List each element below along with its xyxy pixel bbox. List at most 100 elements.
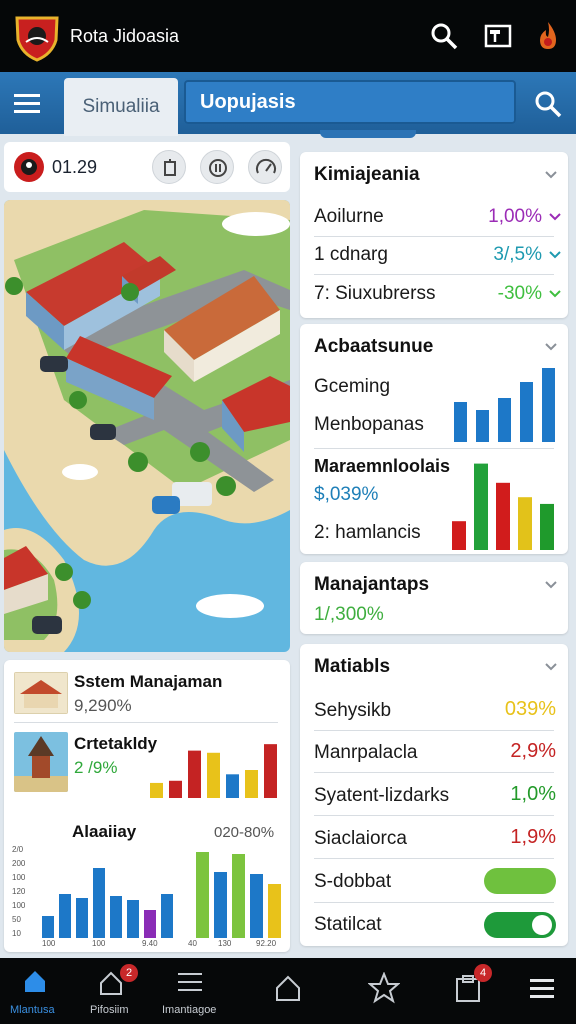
flame-icon[interactable] [532,20,564,52]
shield-logo-icon [15,16,59,62]
acbaatsunue-row-2: Menbopanas [314,414,424,435]
matiabls-toggle-1[interactable] [484,868,556,894]
acbaatsunue-card: Acbaatsunue Gceming Menbopanas Maraemnlo… [300,324,568,554]
tab-search-icon[interactable] [530,86,566,122]
item2-bar-chart [150,744,277,798]
alaaiiay-left-bar-6 [127,900,139,938]
x-tick-label: 40 [188,939,197,948]
nav-more[interactable] [520,958,568,1024]
chevron-down-small-icon[interactable] [548,289,562,299]
city-map[interactable] [4,200,290,652]
alaaiiay-left-bar-4 [93,868,105,938]
management-card: Sstem Manajaman 9,290% Crtetakldy 2 /9% … [4,660,290,952]
nav-profile-label: Pifosiim [90,1004,129,1016]
alaaiiay-right-bar-3 [232,854,245,938]
tab-simulation[interactable]: Simualiia [64,78,178,136]
acbaatsunue-bar-4 [520,382,533,442]
y-tick-label: 10 [12,929,21,938]
item2-bar-3 [188,750,201,798]
chart-title: Alaaiiay [72,822,137,841]
nav-inventory[interactable]: 4 [446,958,494,1024]
chevron-down-icon[interactable] [544,580,558,590]
acbaatsunue-row-1: Gceming [314,376,391,397]
x-tick-label: 100 [92,939,106,948]
divider [314,815,554,816]
alaaiiay-right-bar-1 [196,852,209,938]
alaaiiay-left-bar-3 [76,898,88,938]
y-tick-label: 100 [12,873,26,882]
item1-title: Sstem Manajaman [74,672,223,691]
alaaiiay-left-bar-7 [144,910,156,938]
timer-avatar [14,152,44,182]
matiabls-row-2-value: 2,9% [510,740,556,762]
pause-button[interactable] [152,150,186,184]
nav-profile[interactable]: 2 Pifosiim [80,958,150,1024]
chevron-down-icon[interactable] [544,170,558,180]
matiabls-row-3-label: Syatent-lizdarks [314,785,450,806]
divider [314,448,554,449]
item2-bar-4 [207,752,220,798]
maraemnloolais-value: $,039% [314,484,379,505]
maraemnloolais-bar-2 [474,463,488,550]
search-icon[interactable] [428,20,460,52]
chevron-down-icon[interactable] [544,342,558,352]
hamburger-menu-icon[interactable] [10,88,44,118]
tab-active[interactable]: Uopujasis [184,80,516,124]
item2-bar-2 [169,780,182,798]
matiabls-row-1-value: 039% [504,698,556,720]
document-icon[interactable] [482,20,514,52]
x-tick-label: 92.20 [256,939,277,948]
maraemnloolais-title: Maraemnloolais [314,456,451,476]
chevron-down-small-icon[interactable] [548,212,562,222]
kimiajeania-row-1-value: 1,00% [488,206,542,227]
chevron-down-icon[interactable] [544,662,558,672]
acbaatsunue-title: Acbaatsunue [314,336,434,357]
y-tick-label: 2/0 [12,845,24,854]
speed-button[interactable] [200,150,234,184]
gauge-icon [256,158,276,174]
house-outline-icon [276,975,300,1001]
alaaiiay-bar-chart: 2/0 200 100 120 100 50 10 100 100 9.40 40 130 92.20 [12,845,281,948]
kimiajeania-row-3-label: 7: Siuxubrerss [314,283,436,304]
matiabls-toggle-2[interactable] [484,912,556,938]
nav-home[interactable]: Mlantusa [0,958,70,1024]
kimiajeania-row-2-value: 3/,5% [493,244,542,265]
app-title: Rota Jidoasia [70,26,180,46]
nav-achievements[interactable] [360,958,408,1024]
matiabls-title: Matiabls [314,656,391,677]
timer-avatar-icon [21,159,37,175]
kimiajeania-row-3-value: -30% [497,283,542,304]
x-tick-label: 9.40 [142,939,158,948]
alaaiiay-left-bar-5 [110,896,122,938]
chart-range: 020-80% [214,824,275,841]
gauge-button[interactable] [248,150,282,184]
nav-inventory-badge: 4 [474,964,492,982]
maraemnloolais-bar-4 [518,497,532,550]
y-tick-label: 200 [12,859,26,868]
tab-indicator [320,130,416,138]
nav-management[interactable]: Imantiagoe [158,958,224,1024]
house-thumbnail-icon [14,672,68,714]
divider [14,722,278,723]
maraemnloolais-bar-1 [452,521,466,550]
nav-buildings[interactable] [264,958,312,1024]
speed-icon [209,159,227,177]
matiabls-row-1-label: Sehysikb [314,700,392,721]
divider [314,730,554,731]
matiabls-row-4-value: 1,9% [510,826,556,848]
nav-home-label: Mlantusa [10,1004,55,1016]
manajantaps-title: Manajantaps [314,574,430,595]
x-tick-label: 100 [42,939,56,948]
pause-icon [164,159,176,176]
hamburger-icon [530,979,554,998]
nav-management-label: Imantiagoe [162,1004,217,1016]
divider [314,236,554,237]
kimiajeania-row-1-label: Aoilurne [314,206,384,227]
maraemnloolais-bar-5 [540,503,554,550]
maraemnloolais-bar-chart [452,463,554,550]
item2-bar-6 [245,770,258,798]
chevron-down-small-icon[interactable] [548,250,562,260]
matiabls-card: Matiabls Sehysikb 039% Manrpalacla 2,9% … [300,644,568,946]
matiabls-toggle-2-label: Statilcat [314,914,382,935]
top-bar: Rota Jidoasia [0,0,576,72]
